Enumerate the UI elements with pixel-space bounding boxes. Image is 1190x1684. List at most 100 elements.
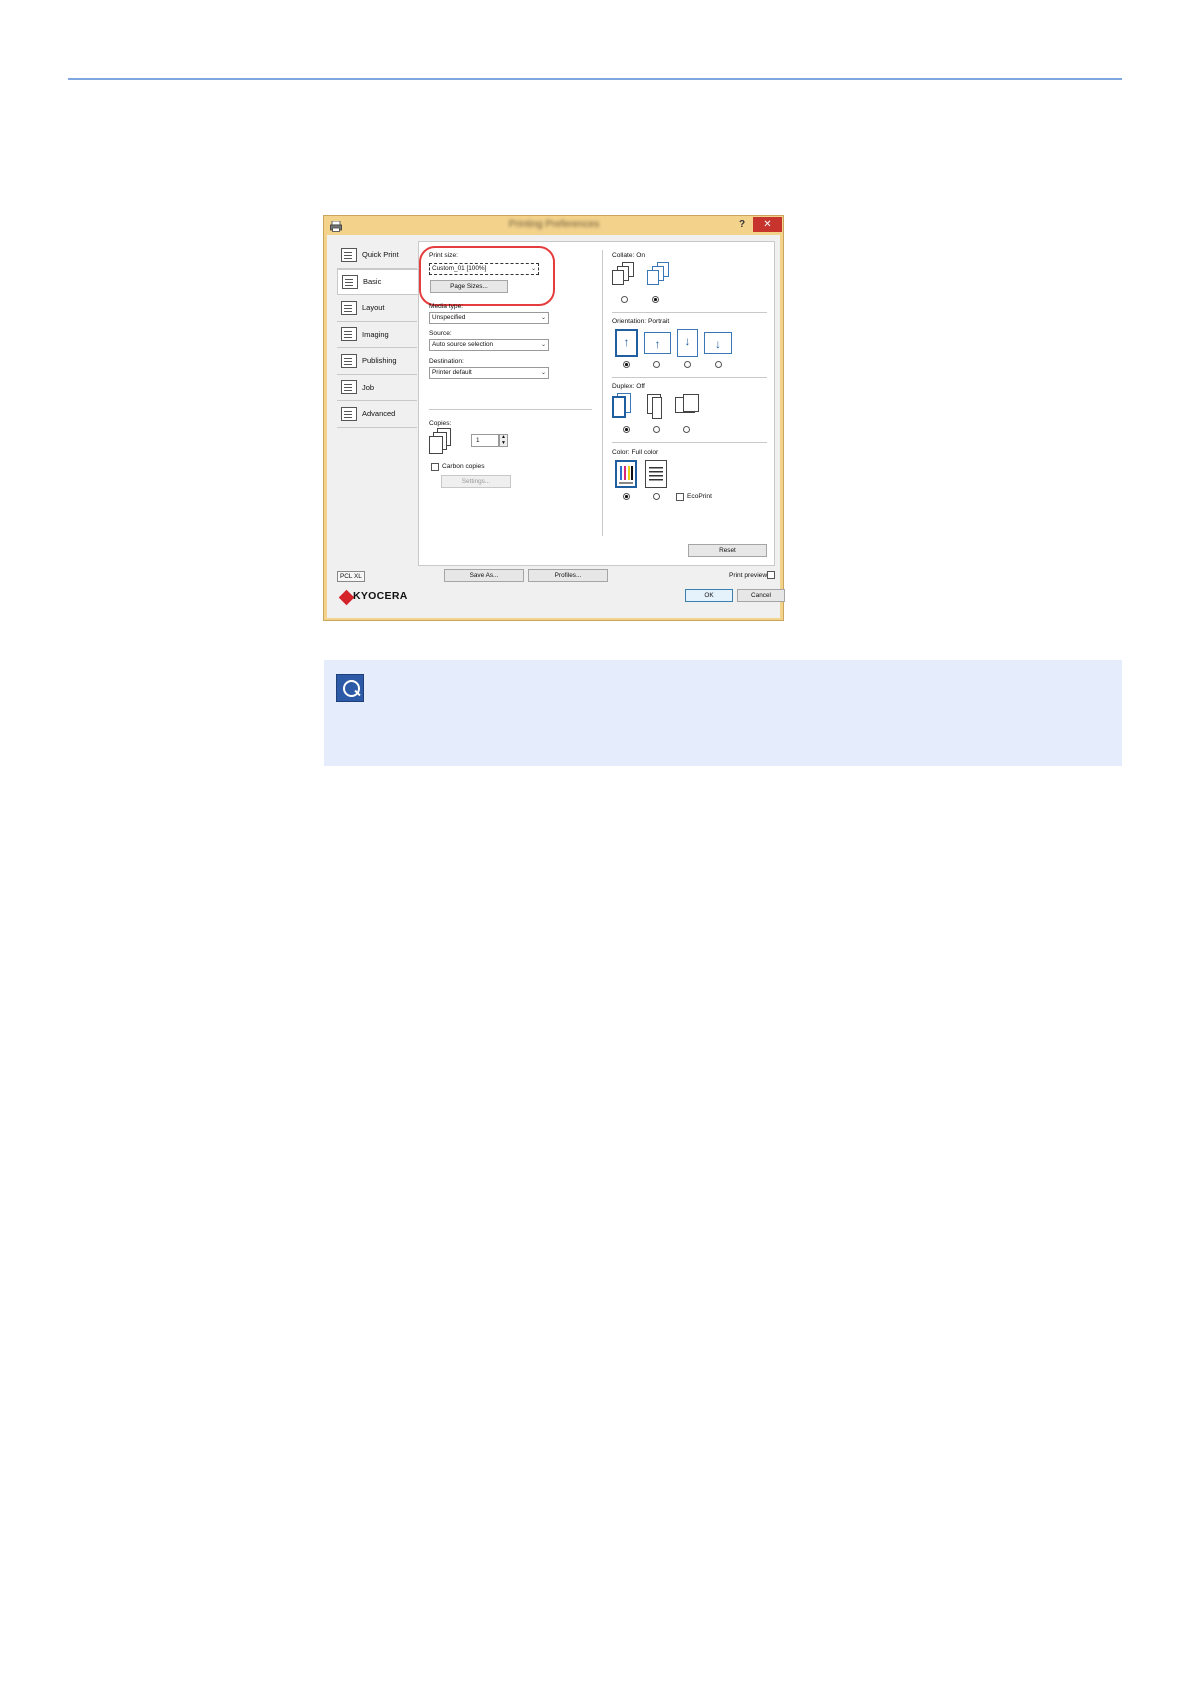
pdl-badge: PCL XL (337, 571, 365, 582)
kyocera-logo-mark (338, 589, 355, 606)
profiles-button[interactable]: Profiles... (528, 569, 608, 582)
copies-icon (429, 436, 443, 454)
black-and-white-radio[interactable] (653, 493, 660, 500)
landscape-radio[interactable] (653, 361, 660, 368)
basic-panel: Print size: Custom_01 [100%] ⌄ Page Size… (418, 241, 775, 566)
duplex-value: Off (636, 383, 645, 390)
carbon-copies-label: Carbon copies (442, 463, 485, 470)
black-and-white-icon (645, 460, 667, 488)
collate-on-radio[interactable] (652, 296, 659, 303)
sidebar-item-publishing[interactable]: Publishing (337, 348, 417, 375)
duplex-short-edge-radio[interactable] (683, 426, 690, 433)
sidebar-item-label: Advanced (362, 409, 396, 419)
header-rule (68, 78, 1122, 80)
job-icon (341, 380, 357, 395)
note-magnifier-icon (336, 674, 364, 702)
sidebar: Quick Print Basic Layout Imaging Publish… (337, 242, 419, 428)
reset-button[interactable]: Reset (688, 544, 767, 557)
settings-button[interactable]: Settings... (441, 475, 511, 488)
destination-value: Printer default (432, 369, 472, 376)
duplex-off-icon (612, 396, 626, 418)
orientation-value: Portrait (647, 318, 670, 325)
collate-off-radio[interactable] (621, 296, 628, 303)
publishing-icon (341, 353, 357, 368)
basic-icon (342, 274, 358, 289)
color-value: Full color (631, 449, 659, 456)
full-color-icon (615, 460, 637, 488)
sidebar-item-basic[interactable]: Basic (337, 268, 419, 295)
duplex-long-edge-radio[interactable] (653, 426, 660, 433)
sidebar-item-label: Publishing (362, 356, 397, 366)
copies-stepper[interactable]: ▲ ▼ (499, 434, 508, 447)
collate-value: On (636, 252, 645, 259)
column-divider (602, 250, 603, 536)
collate-on-icon (647, 270, 659, 285)
quick-print-icon (341, 247, 357, 262)
color-label: Color: Full color (612, 449, 659, 456)
duplex-short-edge-icon (683, 394, 699, 412)
rotated-portrait-radio[interactable] (684, 361, 691, 368)
rotated-portrait-icon: ↓ (677, 329, 698, 357)
sidebar-item-label: Imaging (362, 329, 389, 339)
ecoprint-label: EcoPrint (687, 493, 712, 500)
sidebar-item-label: Job (362, 382, 375, 392)
print-preview-checkbox[interactable] (767, 571, 775, 579)
destination-label: Destination: (429, 358, 464, 365)
sidebar-item-label: Basic (363, 277, 382, 287)
divider (429, 409, 592, 410)
portrait-radio[interactable] (623, 361, 630, 368)
source-value: Auto source selection (432, 341, 494, 348)
print-size-highlight (419, 246, 555, 306)
source-select[interactable]: Auto source selection ⌄ (429, 339, 549, 351)
rotated-landscape-icon: ↓ (704, 332, 732, 354)
collate-label: Collate: On (612, 252, 645, 259)
duplex-label: Duplex: Off (612, 383, 645, 390)
rotated-landscape-radio[interactable] (715, 361, 722, 368)
media-type-label: Media type: (429, 303, 464, 310)
chevron-down-icon: ⌄ (540, 370, 546, 376)
help-button[interactable]: ? (735, 218, 749, 231)
divider (612, 442, 767, 443)
ecoprint-checkbox[interactable] (676, 493, 684, 501)
sidebar-item-imaging[interactable]: Imaging (337, 322, 417, 348)
portrait-icon: ↑ (615, 329, 638, 357)
save-as-button[interactable]: Save As... (444, 569, 524, 582)
cancel-button[interactable]: Cancel (737, 589, 785, 602)
collate-off-icon (612, 270, 624, 285)
chevron-down-icon: ⌄ (540, 315, 546, 321)
sidebar-item-label: Quick Print (362, 250, 399, 260)
divider (612, 312, 767, 313)
destination-select[interactable]: Printer default ⌄ (429, 367, 549, 379)
advanced-icon (341, 406, 357, 421)
printer-icon (330, 219, 342, 232)
media-type-select[interactable]: Unspecified ⌄ (429, 312, 549, 324)
dialog-title: Printing Preferences (508, 219, 600, 230)
sidebar-item-advanced[interactable]: Advanced (337, 401, 417, 428)
sidebar-item-quick-print[interactable]: Quick Print (337, 242, 417, 269)
sidebar-item-job[interactable]: Job (337, 375, 417, 401)
duplex-off-radio[interactable] (623, 426, 630, 433)
chevron-down-icon: ⌄ (540, 342, 546, 348)
source-label: Source: (429, 330, 452, 337)
printing-preferences-dialog: Printing Preferences ? ✕ Quick Print Bas… (323, 215, 785, 621)
landscape-icon: ↑ (644, 332, 671, 354)
copies-label: Copies: (429, 420, 452, 427)
ok-button[interactable]: OK (685, 589, 733, 602)
copies-input[interactable]: 1 (471, 434, 499, 447)
sidebar-item-layout[interactable]: Layout (337, 295, 417, 322)
title-bar: Printing Preferences ? ✕ (324, 216, 783, 233)
note-box (324, 660, 1122, 766)
full-color-radio[interactable] (623, 493, 630, 500)
kyocera-logo: KYOCERA (353, 590, 408, 602)
divider (612, 377, 767, 378)
layout-icon (341, 300, 357, 315)
close-button[interactable]: ✕ (753, 217, 782, 232)
media-type-value: Unspecified (432, 314, 466, 321)
carbon-copies-checkbox[interactable] (431, 463, 439, 471)
orientation-label: Orientation: Portrait (612, 318, 670, 325)
sidebar-item-label: Layout (362, 303, 385, 313)
print-preview-label: Print preview (729, 572, 768, 579)
dialog-client: Quick Print Basic Layout Imaging Publish… (327, 235, 785, 618)
duplex-long-edge-icon (652, 397, 662, 419)
imaging-icon (341, 327, 357, 342)
